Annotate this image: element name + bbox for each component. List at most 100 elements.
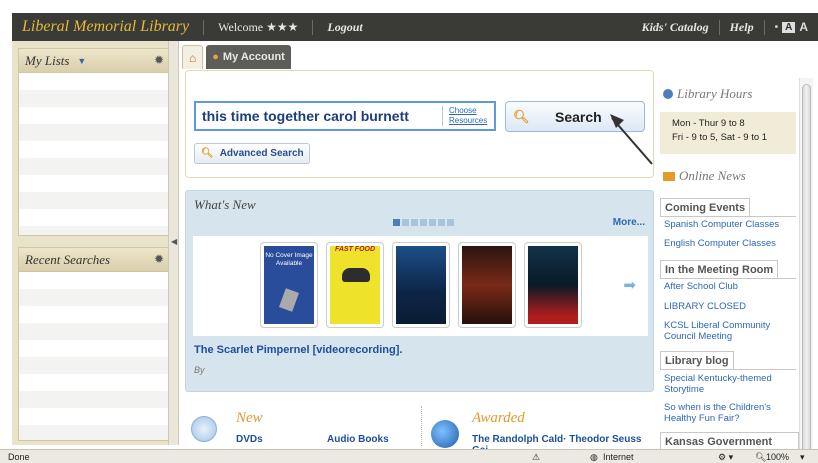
pager-dot[interactable] <box>393 219 400 226</box>
pager-dot[interactable] <box>420 219 427 226</box>
cover-image <box>462 246 512 324</box>
status-text: Done <box>8 452 30 462</box>
whats-new-heading: What's New <box>194 197 256 212</box>
book-cover[interactable]: FAST FOOD <box>326 242 384 328</box>
advanced-search-label: Advanced Search <box>219 148 304 159</box>
search-button-label: Search <box>555 108 602 125</box>
scrollbar-thumb[interactable] <box>802 84 811 454</box>
right-sidebar: Library Hours Mon - Thur 9 to 8 Fri - 9 … <box>657 80 799 463</box>
dvds-link[interactable]: DVDs <box>236 434 263 445</box>
tab-bar: ⌂ ● My Account <box>182 45 291 69</box>
my-lists-body <box>19 73 170 235</box>
arrow-right-icon[interactable]: ➡ <box>623 276 636 294</box>
audio-books-link[interactable]: Audio Books <box>327 434 389 445</box>
fast-food-cover: FAST FOOD <box>330 246 380 324</box>
font-small-button[interactable]: A <box>782 21 796 33</box>
car-image <box>342 268 370 282</box>
divider <box>660 369 796 370</box>
user-icon: ● <box>212 51 219 63</box>
choose-resources-link[interactable]: Choose Resources <box>442 106 487 126</box>
protected-mode-icon[interactable]: ⚙ ▾ <box>718 452 733 463</box>
collapse-splitter[interactable]: ◀ <box>168 41 179 445</box>
tab-meeting-room[interactable]: In the Meeting Room <box>660 260 779 279</box>
blog-link[interactable]: So when is the Children's Healthy Fun Fa… <box>664 402 792 424</box>
meeting-link[interactable]: LIBRARY CLOSED <box>664 301 792 312</box>
advanced-search-button[interactable]: 🔍︎ Advanced Search <box>194 143 310 164</box>
dvd-cover[interactable] <box>392 242 450 328</box>
hours-line: Fri - 9 to 5, Sat - 9 to 1 <box>672 132 768 143</box>
pager-dot[interactable] <box>438 219 445 226</box>
logout-link[interactable]: Logout <box>327 20 362 35</box>
info-icon <box>663 89 673 99</box>
featured-title-link[interactable]: The Scarlet Pimpernel [videorecording]. <box>194 344 402 356</box>
font-large-button[interactable]: A <box>799 20 808 34</box>
help-link[interactable]: Help <box>730 20 754 35</box>
status-bar: Done ⚠ ◍ Internet ⚙ ▾ 🔍︎ 100% ▾ <box>0 449 818 463</box>
event-link[interactable]: Spanish Computer Classes <box>664 219 792 230</box>
no-cover-image: No Cover Image Available <box>264 246 314 324</box>
library-hours-heading: Library Hours <box>663 86 753 102</box>
recent-searches-header: Recent Searches ✹ <box>19 248 170 272</box>
search-panel: this time together carol burnett Choose … <box>185 70 654 178</box>
awarded-heading: Awarded <box>472 410 525 426</box>
new-heading: New <box>236 410 263 426</box>
search-icon: 🔍︎ <box>201 148 214 159</box>
chevron-down-icon[interactable]: ▾ <box>800 452 805 463</box>
more-link[interactable]: More... <box>613 217 645 228</box>
fast-food-title: FAST FOOD <box>334 246 376 253</box>
font-size-controls: • A A <box>775 20 808 34</box>
pager-dot[interactable] <box>411 219 418 226</box>
globe-icon: ◍ <box>590 452 598 462</box>
library-brand[interactable]: Liberal Memorial Library <box>22 18 189 36</box>
top-bar: Liberal Memorial Library Welcome ★★★ Log… <box>12 13 818 41</box>
recent-searches-panel: Recent Searches ✹ <box>18 247 171 441</box>
online-news-title: Online News <box>679 168 746 183</box>
divider <box>312 19 314 35</box>
chevron-left-icon[interactable]: ◀ <box>171 237 177 246</box>
whats-new-panel: What's New More... No Cover Image Availa… <box>185 190 654 392</box>
pager-dot[interactable] <box>429 219 436 226</box>
my-lists-title: My Lists <box>25 52 70 68</box>
no-cover-text: No Cover Image Available <box>265 252 313 267</box>
pager-dot[interactable] <box>402 219 409 226</box>
gear-icon[interactable]: ✹ <box>154 53 164 68</box>
tab-home[interactable]: ⌂ <box>182 45 204 69</box>
tab-coming-events[interactable]: Coming Events <box>660 198 751 217</box>
tab-library-blog[interactable]: Library blog <box>660 351 734 370</box>
online-news-heading: Online News <box>663 168 746 184</box>
cursor-arrow-icon <box>610 114 653 165</box>
book-icon <box>279 288 299 312</box>
tab-my-account[interactable]: ● My Account <box>206 45 291 69</box>
dvd-cover[interactable] <box>524 242 582 328</box>
zoom-level[interactable]: 100% <box>766 452 789 462</box>
choose-resources-line2: Resources <box>449 116 488 125</box>
top-right-links: Kids' Catalog Help • A A <box>642 19 818 35</box>
kids-catalog-link[interactable]: Kids' Catalog <box>642 20 709 35</box>
carousel-pager[interactable] <box>393 219 454 226</box>
cover-carousel: No Cover Image Available FAST FOOD ➡ <box>193 236 648 336</box>
book-cover[interactable]: No Cover Image Available <box>260 242 318 328</box>
event-link[interactable]: English Computer Classes <box>664 238 792 249</box>
zoom-icon: 🔍︎ <box>755 452 767 462</box>
font-dot-icon: • <box>774 21 779 33</box>
scrollbar[interactable] <box>799 78 813 454</box>
meeting-link[interactable]: KCSL Liberal Community Council Meeting <box>664 320 792 342</box>
divider <box>660 216 796 217</box>
blog-link[interactable]: Special Kentucky-themed Storytime <box>664 373 792 395</box>
dvd-cover[interactable] <box>458 242 516 328</box>
divider <box>421 406 422 446</box>
meeting-link[interactable]: After School Club <box>664 281 792 292</box>
divider <box>763 19 765 35</box>
choose-resources-line1: Choose <box>449 106 477 115</box>
chevron-down-icon[interactable]: ▼ <box>77 56 86 66</box>
welcome-text: Welcome ★★★ <box>218 19 299 34</box>
pager-dot[interactable] <box>447 219 454 226</box>
recent-searches-body <box>19 272 170 440</box>
divider <box>203 19 205 35</box>
magnifier-icon <box>191 416 217 442</box>
divider <box>660 278 796 279</box>
hours-box: Mon - Thur 9 to 8 Fri - 9 to 5, Sat - 9 … <box>660 112 796 154</box>
my-lists-header: My Lists ▼ ✹ <box>19 49 170 73</box>
globe-icon <box>431 420 459 448</box>
gear-icon[interactable]: ✹ <box>154 252 164 267</box>
